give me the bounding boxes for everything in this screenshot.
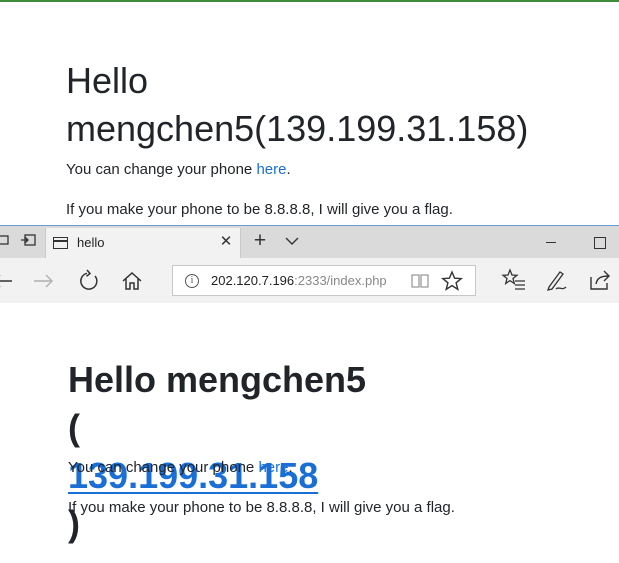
page-icon — [53, 237, 68, 249]
share-icon[interactable] — [587, 267, 613, 293]
greeting-line-2: mengchen5(139.199.31.158) — [66, 108, 529, 149]
top-page-view: Hello mengchen5(139.199.31.158) You can … — [0, 0, 619, 225]
flag-text: If you make your phone to be 8.8.8.8, I … — [68, 499, 455, 516]
navigation-bar: i 202.120.7.196:2333/index.php — [0, 258, 619, 303]
open-paren: ( — [68, 407, 80, 448]
greeting-heading: Hello mengchen5(139.199.31.158) — [66, 57, 528, 153]
minimize-window-icon[interactable] — [540, 231, 562, 253]
back-arrow-icon[interactable] — [0, 267, 16, 295]
chevron-down-icon[interactable] — [282, 231, 302, 251]
favorite-star-icon[interactable] — [440, 270, 464, 292]
tab-title: hello — [77, 235, 105, 250]
home-icon[interactable] — [118, 267, 146, 295]
site-info-icon[interactable]: i — [185, 274, 199, 288]
maximize-window-icon[interactable] — [589, 231, 611, 253]
reading-view-icon[interactable] — [410, 272, 430, 290]
change-phone-link[interactable]: here — [258, 459, 288, 476]
tab-hello[interactable]: hello ✕ — [45, 228, 241, 259]
change-phone-prefix: You can change your phone — [66, 161, 257, 178]
url-text: 202.120.7.196:2333/index.php — [211, 273, 387, 289]
tab-preview-icon[interactable] — [0, 233, 12, 251]
url-path: :2333/index.php — [294, 273, 387, 288]
change-phone-suffix: . — [288, 459, 293, 476]
close-tab-icon[interactable]: ✕ — [218, 234, 234, 250]
new-tab-icon[interactable]: + — [249, 230, 271, 252]
flag-text: If you make your phone to be 8.8.8.8, I … — [66, 201, 453, 218]
browser-chrome: hello ✕ + i 202.120.7.196:2333/index.php — [0, 225, 619, 303]
address-bar[interactable]: i 202.120.7.196:2333/index.php — [172, 265, 476, 296]
change-phone-suffix: . — [286, 161, 291, 178]
bottom-page-view: Hello mengchen5 (139.199.31.158) You can… — [0, 304, 619, 563]
web-note-pen-icon[interactable] — [544, 267, 570, 293]
refresh-icon[interactable] — [75, 267, 103, 295]
greeting-line-1: Hello — [66, 60, 149, 101]
forward-arrow-icon[interactable] — [30, 267, 58, 295]
change-phone-text: You can change your phone here. — [68, 458, 293, 478]
top-divider — [0, 0, 619, 2]
change-phone-text: You can change your phone here. — [66, 160, 291, 180]
change-phone-prefix: You can change your phone — [68, 459, 259, 476]
set-aside-tabs-icon[interactable] — [19, 233, 37, 251]
greeting-line-1: Hello mengchen5 — [68, 359, 367, 400]
favorites-list-icon[interactable] — [501, 267, 527, 293]
change-phone-link[interactable]: here — [256, 161, 286, 178]
greeting-heading: Hello mengchen5 (139.199.31.158) — [68, 356, 366, 548]
tab-bar: hello ✕ + — [0, 225, 619, 259]
url-host: 202.120.7.196 — [211, 273, 295, 288]
